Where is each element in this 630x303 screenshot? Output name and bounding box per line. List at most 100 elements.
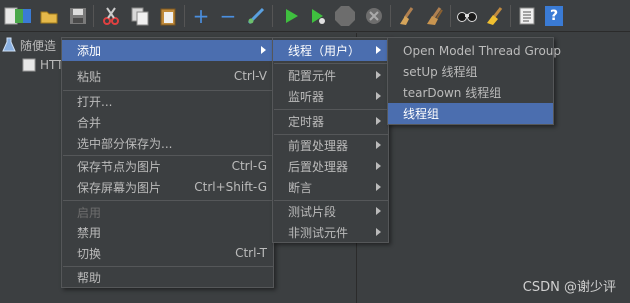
expand-icon[interactable]: + — [190, 5, 212, 27]
menu-item-label: 启用 — [77, 206, 102, 220]
stop-icon[interactable] — [334, 5, 356, 27]
menu-item-label: 线程（用户） — [288, 44, 361, 58]
menu-item-label: 保存屏幕为图片 — [77, 181, 162, 195]
menu-item-label: 帮助 — [77, 271, 102, 285]
menu-item-thread-group[interactable]: 线程组 — [388, 103, 553, 124]
shutdown-icon[interactable] — [363, 5, 385, 27]
tree-item-label: HTT — [40, 58, 64, 72]
menu-item-label: 打开... — [77, 95, 113, 109]
menu-item-config-element[interactable]: 配置元件 — [273, 65, 388, 86]
menu-separator — [63, 200, 274, 201]
search-icon[interactable] — [456, 5, 478, 27]
menu-item-post-processor[interactable]: 后置处理器 — [273, 156, 388, 177]
shortcut-label: Ctrl+Shift-G — [194, 180, 267, 194]
menu-item-label: 粘贴 — [77, 70, 102, 84]
menu-item-label: 合并 — [77, 116, 102, 130]
menu-item-listener[interactable]: 监听器 — [273, 86, 388, 107]
watermark: CSDN @谢少评 — [522, 280, 616, 295]
menu-item-label: 禁用 — [77, 226, 102, 240]
menu-item-open[interactable]: 打开... — [62, 91, 273, 112]
chevron-right-icon — [376, 228, 381, 236]
copy-icon[interactable] — [129, 5, 151, 27]
menu-item-disable[interactable]: 禁用 — [62, 222, 273, 243]
menu-item-teardown-thread-group[interactable]: tearDown 线程组 — [388, 82, 553, 103]
menu-item-enable: 启用 — [62, 202, 273, 223]
sampler-icon — [22, 58, 36, 72]
start-icon[interactable] — [280, 5, 302, 27]
menu-separator — [274, 63, 389, 64]
menu-item-label: Open Model Thread Group — [403, 43, 562, 58]
menu-item-paste[interactable]: 粘贴 Ctrl-V — [62, 66, 273, 87]
chevron-right-icon — [376, 92, 381, 100]
menu-item-label: tearDown 线程组 — [403, 86, 502, 100]
menu-item-setup-thread-group[interactable]: setUp 线程组 — [388, 61, 553, 82]
chevron-right-icon — [376, 183, 381, 191]
menu-item-non-test-element[interactable]: 非测试元件 — [273, 222, 388, 243]
help-icon[interactable]: ? — [545, 6, 563, 26]
menu-item-label: 断言 — [288, 181, 313, 195]
toolbar: + − ? — [0, 0, 630, 32]
threads-submenu: Open Model Thread Group setUp 线程组 tearDo… — [387, 37, 561, 125]
menu-item-label: 配置元件 — [288, 69, 337, 83]
menu-item-label: 定时器 — [288, 115, 325, 129]
toolbar-separator — [450, 5, 451, 27]
templates-icon[interactable] — [12, 5, 34, 27]
clear-all-icon[interactable] — [424, 5, 446, 27]
menu-item-label: 后置处理器 — [288, 160, 349, 174]
chevron-right-icon — [376, 207, 381, 215]
chevron-right-icon — [376, 162, 381, 170]
chevron-right-icon — [376, 141, 381, 149]
menu-item-pre-processor[interactable]: 前置处理器 — [273, 135, 388, 156]
menu-item-threads[interactable]: 线程（用户） — [273, 40, 388, 61]
start-no-pauses-icon[interactable] — [307, 5, 329, 27]
menu-item-label: 测试片段 — [288, 205, 337, 219]
menu-item-label: 选中部分保存为... — [77, 137, 173, 151]
collapse-icon[interactable]: − — [217, 5, 239, 27]
function-helper-icon[interactable] — [516, 5, 538, 27]
toolbar-separator — [93, 5, 94, 27]
chevron-right-icon — [261, 46, 266, 54]
menu-item-label: 保存节点为图片 — [77, 160, 162, 174]
flask-icon — [2, 37, 16, 52]
menu-item-add[interactable]: 添加 — [62, 40, 273, 61]
open-icon[interactable] — [38, 5, 60, 27]
menu-item-merge[interactable]: 合并 — [62, 112, 273, 133]
menu-item-toggle[interactable]: 切换 Ctrl-T — [62, 243, 273, 264]
toolbar-separator — [510, 5, 511, 27]
menu-separator — [274, 109, 389, 110]
tree-item-label: 随便造 — [20, 38, 57, 53]
shortcut-label: Ctrl-T — [235, 246, 267, 260]
jmeter-window: + − ? 随便造 HTT 添加 粘贴 Ctrl-V 打开... 合并 选中部分… — [0, 0, 630, 303]
chevron-right-icon — [376, 46, 381, 54]
toggle-icon[interactable] — [245, 5, 267, 27]
toolbar-separator — [184, 5, 185, 27]
menu-item-assertion[interactable]: 断言 — [273, 177, 388, 198]
save-icon[interactable] — [67, 5, 89, 27]
menu-item-label: 前置处理器 — [288, 139, 349, 153]
menu-item-open-model-thread-group[interactable]: Open Model Thread Group — [388, 40, 561, 61]
menu-item-save-node-image[interactable]: 保存节点为图片 Ctrl-G — [62, 156, 273, 177]
reset-search-icon[interactable] — [484, 5, 506, 27]
toolbar-separator — [272, 5, 273, 27]
chevron-right-icon — [376, 71, 381, 79]
clear-icon[interactable] — [396, 5, 418, 27]
menu-item-help[interactable]: 帮助 — [62, 267, 273, 288]
menu-item-label: 添加 — [77, 44, 102, 58]
menu-item-label: 线程组 — [403, 107, 440, 121]
menu-item-test-fragment[interactable]: 测试片段 — [273, 201, 388, 222]
chevron-right-icon — [376, 117, 381, 125]
shortcut-label: Ctrl-V — [233, 69, 267, 83]
paste-icon[interactable] — [157, 5, 179, 27]
tree-item-test-plan[interactable]: 随便造 — [2, 35, 56, 55]
menu-item-save-selection[interactable]: 选中部分保存为... — [62, 133, 273, 154]
cut-icon[interactable] — [100, 5, 122, 27]
toolbar-separator — [390, 5, 391, 27]
menu-item-label: setUp 线程组 — [403, 65, 478, 79]
context-menu: 添加 粘贴 Ctrl-V 打开... 合并 选中部分保存为... 保存节点为图片… — [61, 37, 274, 288]
menu-item-timer[interactable]: 定时器 — [273, 111, 388, 132]
menu-item-save-screen-image[interactable]: 保存屏幕为图片 Ctrl+Shift-G — [62, 177, 273, 198]
tree-item-http[interactable]: HTT — [22, 55, 63, 75]
add-submenu: 线程（用户） 配置元件 监听器 定时器 前置处理器 后置处理器 断言 测试片段 … — [272, 37, 389, 243]
menu-item-label: 非测试元件 — [288, 226, 349, 240]
shortcut-label: Ctrl-G — [231, 159, 267, 173]
